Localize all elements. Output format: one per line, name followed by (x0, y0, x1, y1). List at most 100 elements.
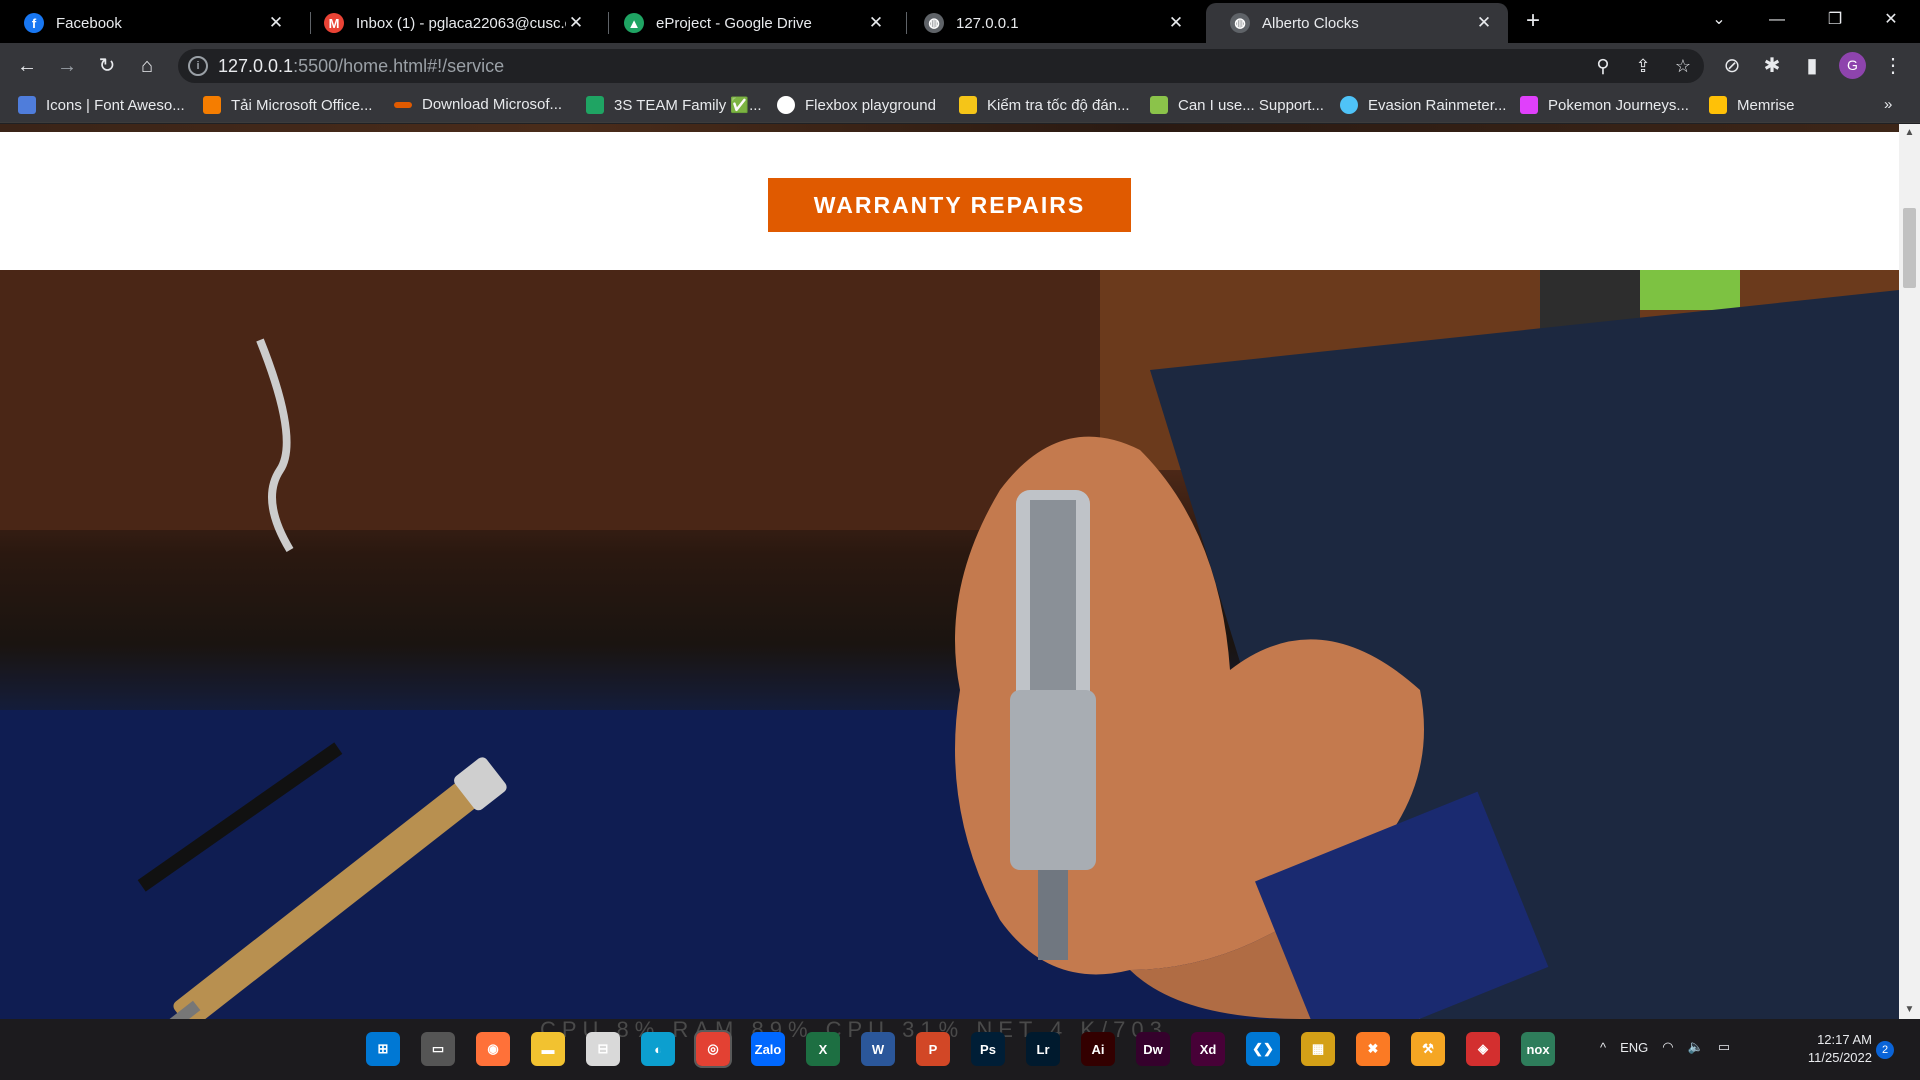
nox-icon[interactable]: nox (1521, 1032, 1555, 1066)
bookmark-item[interactable]: Icons | Font Aweso... (18, 96, 185, 114)
tab-alberto-clocks[interactable]: ◍ Alberto Clocks ✕ (1206, 3, 1508, 43)
globe-icon: ◍ (924, 13, 944, 33)
forward-button[interactable]: → (50, 49, 84, 83)
bookmarks-overflow-button[interactable]: » (1884, 96, 1892, 113)
language-indicator[interactable]: ENG (1620, 1040, 1648, 1055)
app-grid-icon[interactable]: ▦ (1301, 1032, 1335, 1066)
bookmark-item[interactable]: Can I use... Support... (1150, 96, 1324, 114)
home-button[interactable]: ⌂ (130, 49, 164, 83)
bookmark-item[interactable]: Tải Microsoft Office... (203, 96, 372, 114)
reload-button[interactable]: ↻ (90, 49, 124, 83)
file-explorer-icon[interactable]: ▬ (531, 1032, 565, 1066)
bookmark-item[interactable]: Flexbox playground (777, 96, 936, 114)
tab-title: Alberto Clocks (1262, 14, 1359, 32)
bookmarks-bar: Icons | Font Aweso... Tải Microsoft Offi… (0, 88, 1920, 123)
page-viewport: WARRANTY REPAIRS (0, 124, 1899, 1019)
close-tab-icon[interactable]: ✕ (266, 13, 286, 33)
zoom-icon[interactable]: ⚲ (1588, 51, 1618, 81)
scroll-up-arrow[interactable]: ▲ (1899, 124, 1920, 142)
address-bar[interactable]: i 127.0.0.1:5500/home.html#!/service ⚲ ⇪… (178, 49, 1704, 83)
bookmark-item[interactable]: Memrise (1709, 96, 1795, 114)
watchmaker-illustration (0, 270, 1899, 1019)
tab-google-drive[interactable]: ▲ eProject - Google Drive ✕ (600, 3, 900, 43)
flexbox-icon (777, 96, 795, 114)
xampp-icon[interactable]: ✖ (1356, 1032, 1390, 1066)
maximize-button[interactable]: ❐ (1806, 0, 1864, 40)
blogger-icon (203, 96, 221, 114)
edge-icon[interactable]: ◐ (641, 1032, 675, 1066)
close-tab-icon[interactable]: ✕ (1166, 13, 1186, 33)
new-tab-button[interactable]: + (1518, 6, 1548, 36)
taskbar-clock[interactable]: 12:17 AM 11/25/2022 (1786, 1031, 1872, 1067)
garena-icon[interactable]: ◈ (1466, 1032, 1500, 1066)
bookmark-item[interactable]: Pokemon Journeys... (1520, 96, 1689, 114)
tab-title: Inbox (1) - pglaca22063@cusc.ct (356, 14, 566, 32)
app-icon-2[interactable]: ⚒ (1411, 1032, 1445, 1066)
tab-facebook[interactable]: f Facebook ✕ (0, 3, 300, 43)
bookmark-star-icon[interactable]: ☆ (1668, 51, 1698, 81)
excel-icon[interactable]: X (806, 1032, 840, 1066)
bookmark-label: Memrise (1737, 96, 1795, 114)
bookmark-item[interactable]: 3S TEAM Family ✅... (586, 96, 762, 114)
tab-title: 127.0.0.1 (956, 14, 1019, 32)
volume-icon[interactable]: 🔈 (1688, 1039, 1704, 1055)
close-tab-icon[interactable]: ✕ (1474, 13, 1494, 33)
extensions-icon[interactable]: ✱ (1755, 49, 1789, 83)
address-url[interactable]: 127.0.0.1:5500/home.html#!/service (218, 56, 504, 77)
bookmark-label: Icons | Font Aweso... (46, 96, 185, 114)
vscode-icon[interactable]: ❮❯ (1246, 1032, 1280, 1066)
bookmark-label: Evasion Rainmeter... (1368, 96, 1507, 114)
bookmark-item[interactable]: Download Microsof... (394, 96, 562, 113)
close-tab-icon[interactable]: ✕ (566, 13, 586, 33)
firefox-icon[interactable]: ◉ (476, 1032, 510, 1066)
xd-icon[interactable]: Xd (1191, 1032, 1225, 1066)
warranty-repairs-button[interactable]: WARRANTY REPAIRS (768, 178, 1131, 232)
word-icon[interactable]: W (861, 1032, 895, 1066)
share-icon[interactable]: ⇪ (1628, 51, 1658, 81)
minimize-button[interactable]: — (1748, 0, 1806, 40)
windows-taskbar: CPU 8% RAM 89% CPU 31% NET 4 K/703 ⊞ ▭ ◉ ▬ ⊟… (0, 1017, 1920, 1080)
close-tab-icon[interactable]: ✕ (866, 13, 886, 33)
tab-search-icon[interactable]: ⌄ (1690, 0, 1748, 40)
site-icon (394, 101, 412, 108)
tab-gmail[interactable]: M Inbox (1) - pglaca22063@cusc.ct ✕ (300, 3, 600, 43)
profile-avatar[interactable]: G (1839, 52, 1866, 79)
bookmark-label: 3S TEAM Family ✅... (614, 97, 762, 114)
tab-localhost[interactable]: ◍ 127.0.0.1 ✕ (900, 3, 1200, 43)
zalo-icon[interactable]: Zalo (751, 1032, 785, 1066)
system-tray: ^ ENG ◠ 🔈 ▭ (1600, 1039, 1730, 1055)
scroll-down-arrow[interactable]: ▼ (1899, 1001, 1920, 1019)
page-scrollbar[interactable]: ▲ ▼ (1899, 124, 1920, 1019)
battery-icon[interactable]: ▭ (1718, 1039, 1730, 1055)
chrome-icon[interactable]: ◎ (694, 1030, 732, 1068)
side-panel-icon[interactable]: ▮ (1795, 49, 1829, 83)
notification-badge[interactable]: 2 (1876, 1041, 1894, 1059)
file-window-icon[interactable]: ▭ (421, 1032, 455, 1066)
illustrator-icon[interactable]: Ai (1081, 1032, 1115, 1066)
menu-icon[interactable]: ⋮ (1876, 49, 1910, 83)
app-icon[interactable]: ⊟ (586, 1032, 620, 1066)
bookmark-item[interactable]: Kiểm tra tốc độ đán... (959, 96, 1130, 114)
url-host: 127.0.0.1 (218, 56, 294, 76)
clock-date: 11/25/2022 (1807, 1050, 1872, 1065)
bookmark-label: Can I use... Support... (1178, 96, 1324, 114)
compass-icon[interactable]: ⊘ (1715, 49, 1749, 83)
powerpoint-icon[interactable]: P (916, 1032, 950, 1066)
bookmark-label: Download Microsof... (422, 96, 563, 113)
back-button[interactable]: ← (10, 49, 44, 83)
windows-start-icon[interactable]: ⊞ (366, 1032, 400, 1066)
site-info-icon[interactable]: i (188, 56, 208, 76)
bookmark-item[interactable]: Evasion Rainmeter... (1340, 96, 1506, 114)
caniuse-icon (1150, 96, 1168, 114)
scroll-thumb[interactable] (1903, 208, 1916, 288)
wifi-icon[interactable]: ◠ (1662, 1039, 1673, 1055)
facebook-icon: f (24, 13, 44, 33)
bookmark-label: Flexbox playground (805, 96, 936, 114)
dreamweaver-icon[interactable]: Dw (1136, 1032, 1170, 1066)
close-window-button[interactable]: ✕ (1862, 0, 1920, 40)
tray-chevron-icon[interactable]: ^ (1600, 1040, 1606, 1055)
lightroom-icon[interactable]: Lr (1026, 1032, 1060, 1066)
url-path: :5500/home.html#!/service (293, 56, 505, 76)
rainmeter-icon (1340, 96, 1358, 114)
photoshop-icon[interactable]: Ps (971, 1032, 1005, 1066)
